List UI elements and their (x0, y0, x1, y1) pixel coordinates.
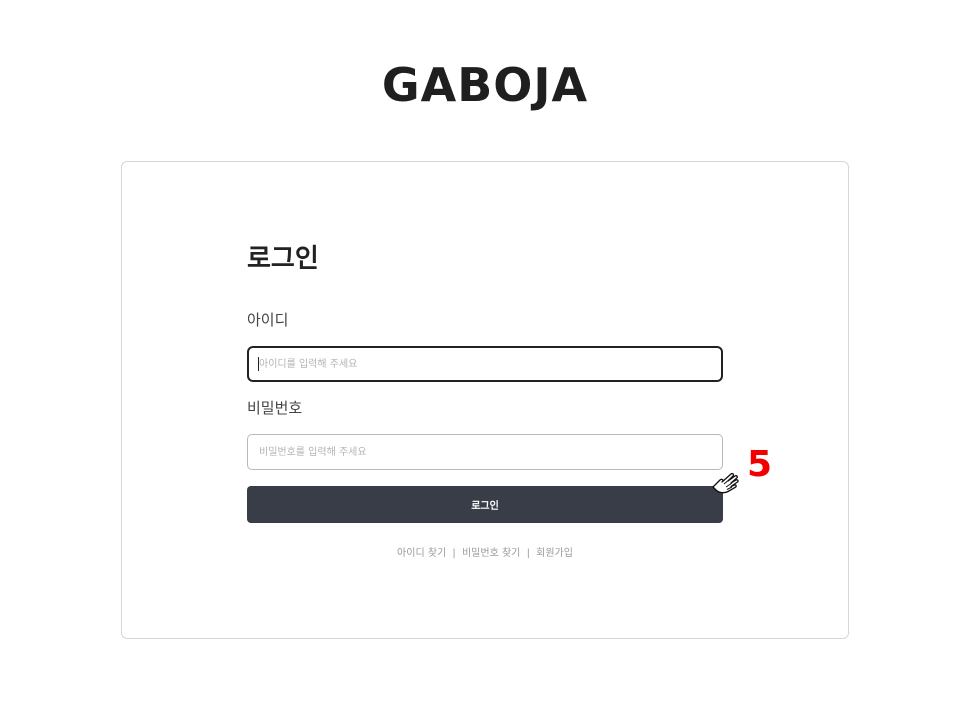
login-card (121, 161, 849, 639)
link-separator: | (452, 548, 456, 559)
password-label: 비밀번호 (247, 399, 303, 417)
hand-cursor-icon (712, 472, 739, 494)
password-input[interactable] (247, 434, 723, 470)
link-separator: | (526, 548, 530, 559)
find-password-link[interactable]: 비밀번호 찾기 (462, 548, 520, 559)
page-title: 로그인 (247, 244, 319, 274)
find-id-link[interactable]: 아이디 찾기 (397, 548, 446, 559)
login-button[interactable]: 로그인 (247, 486, 723, 523)
text-caret (258, 357, 259, 371)
id-input[interactable] (247, 346, 723, 382)
id-label: 아이디 (247, 311, 289, 329)
site-logo[interactable]: GABOJA (0, 58, 957, 112)
step-number-annotation: 5 (747, 444, 773, 485)
signup-link[interactable]: 회원가입 (536, 548, 573, 559)
account-links: 아이디 찾기 | 비밀번호 찾기 | 회원가입 (0, 544, 957, 559)
